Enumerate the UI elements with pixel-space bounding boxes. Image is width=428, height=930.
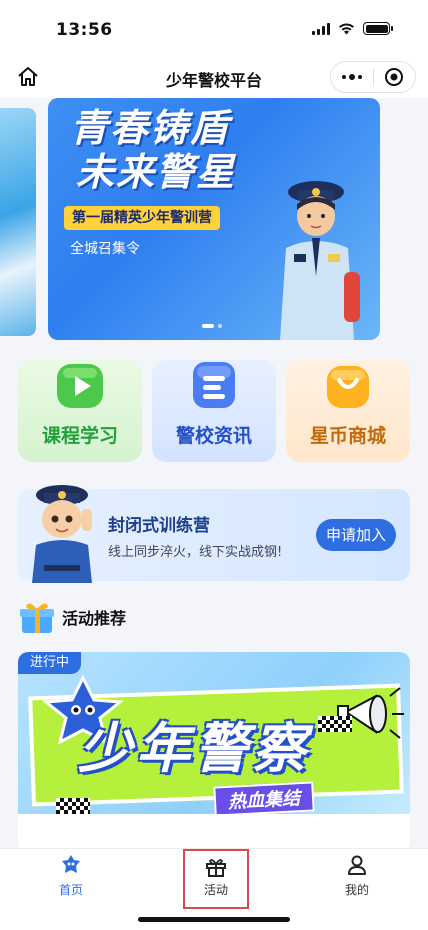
banner-subtitle: 全城召集令 bbox=[70, 241, 140, 257]
banner-dot bbox=[218, 324, 222, 328]
feature-course[interactable]: 课程学习 bbox=[18, 360, 142, 462]
checker-decoration bbox=[318, 716, 352, 732]
training-camp-card[interactable]: 封闭式训练营 线上同步淬火，线下实战成钢! 申请加入 bbox=[18, 485, 410, 583]
more-icon[interactable] bbox=[331, 74, 373, 80]
status-icons bbox=[312, 22, 393, 35]
home-mascot-icon bbox=[62, 855, 80, 873]
banner-title-line2: 未来警星 bbox=[76, 150, 237, 194]
apply-join-button[interactable]: 申请加入 bbox=[315, 519, 396, 551]
tab-activities[interactable]: 活动 bbox=[183, 849, 249, 909]
feature-grid: 课程学习 警校资讯 星币商城 bbox=[18, 360, 410, 462]
battery-icon bbox=[363, 22, 393, 35]
feature-store[interactable]: 星币商城 bbox=[286, 360, 410, 462]
feature-store-label: 星币商城 bbox=[309, 425, 386, 447]
tab-profile-label: 我的 bbox=[344, 883, 369, 897]
signal-icon bbox=[312, 22, 330, 35]
home-indicator[interactable] bbox=[138, 917, 290, 922]
feature-news-label: 警校资讯 bbox=[175, 425, 252, 447]
megaphone-icon bbox=[337, 687, 404, 739]
banner-slide[interactable]: 青春铸盾 未来警星 第一届精英少年警训营 全城召集令 bbox=[48, 98, 380, 340]
status-bar: 13:56 bbox=[0, 0, 428, 56]
activity-subtitle: 热血集结 bbox=[213, 781, 315, 814]
mini-program-capsule bbox=[330, 61, 416, 93]
camp-title: 封闭式训练营 bbox=[108, 516, 210, 536]
feature-course-label: 课程学习 bbox=[41, 425, 118, 447]
banner-pagination bbox=[202, 324, 222, 328]
activity-banner-image: 进行中 少年警察 热血集结 bbox=[18, 652, 410, 814]
tab-home-label: 首页 bbox=[58, 883, 83, 897]
user-icon bbox=[348, 855, 366, 875]
shopping-bag-icon bbox=[327, 366, 369, 408]
play-icon bbox=[57, 364, 103, 408]
police-officer-illustration bbox=[280, 181, 360, 340]
gift-box-icon bbox=[20, 603, 54, 633]
tab-home[interactable]: 首页 bbox=[36, 853, 106, 899]
banner-tag: 第一届精英少年警训营 bbox=[64, 206, 220, 230]
section-title: 活动推荐 bbox=[62, 609, 127, 628]
camp-description: 线上同步淬火，线下实战成钢! bbox=[108, 545, 283, 560]
feature-news[interactable]: 警校资讯 bbox=[152, 360, 276, 462]
activity-status-badge: 进行中 bbox=[18, 652, 82, 674]
checker-decoration bbox=[56, 798, 90, 814]
status-time: 13:56 bbox=[56, 20, 113, 40]
news-icon bbox=[193, 362, 235, 408]
banner-prev-slide[interactable] bbox=[0, 108, 36, 336]
banner-title: 青春铸盾 未来警星 bbox=[70, 106, 236, 194]
tab-activities-label: 活动 bbox=[203, 883, 228, 897]
banner-dot-active bbox=[202, 324, 214, 328]
police-cadet-avatar bbox=[32, 485, 92, 583]
banner-title-line1: 青春铸盾 bbox=[70, 106, 231, 150]
tab-profile[interactable]: 我的 bbox=[322, 853, 392, 899]
nav-bar: 少年警校平台 bbox=[0, 56, 428, 98]
gift-icon bbox=[206, 859, 226, 877]
close-target-icon[interactable] bbox=[374, 67, 416, 87]
wifi-icon bbox=[339, 23, 354, 35]
activity-title: 少年警察 bbox=[78, 717, 310, 780]
activity-card[interactable]: 进行中 少年警察 热血集结 bbox=[18, 652, 410, 852]
section-header-activities: 活动推荐 bbox=[18, 598, 126, 636]
